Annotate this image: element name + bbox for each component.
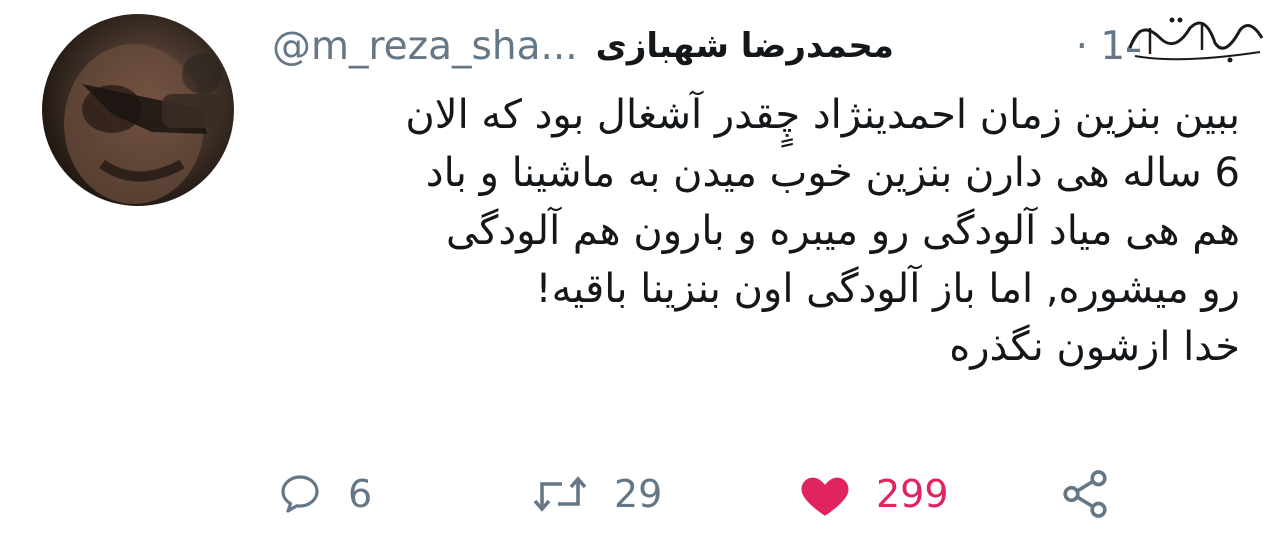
author-handle[interactable]: @m_reza_sha... (272, 24, 578, 69)
reply-button[interactable]: 6 (276, 470, 372, 518)
tweet-text-line: ببین بنزین زمان احمدینژاد چٍقدر آشغال بو… (405, 92, 1240, 138)
tweet-actions: 6 29 299 (272, 462, 1130, 526)
reply-count: 6 (348, 472, 373, 516)
tweet-text-line: 6 ساله هی دارن بنزین خوب میدن به ماشینا … (425, 150, 1240, 196)
reply-icon (281, 475, 319, 513)
like-button[interactable]: 299 (798, 470, 949, 518)
share-button[interactable] (1058, 467, 1112, 521)
tweet-text: ببین بنزین زمان احمدینژاد چٍقدر آشغال بو… (250, 86, 1240, 376)
watermark-logo (1120, 8, 1270, 68)
tweet-header: محمدرضا شهبازی @m_reza_sha... (272, 18, 1140, 74)
like-count: 299 (876, 472, 949, 516)
retweet-button[interactable]: 29 (530, 470, 662, 518)
tweet-text-line: خدا ازشون نگذره (949, 324, 1240, 370)
share-icon (1063, 470, 1107, 518)
tweet-text-line: هم هی میاد آلودگی رو میبره و بارون هم آل… (446, 208, 1240, 254)
retweet-icon (533, 476, 587, 512)
avatar-photo (64, 44, 222, 204)
retweet-count: 29 (614, 472, 663, 516)
heart-icon (801, 477, 849, 516)
author-name[interactable]: محمدرضا شهبازی (596, 26, 894, 66)
watermark-calligraphy-icon (1128, 17, 1264, 63)
tweet-text-line: رو میشوره, اما باز آلودگی اون بنزینا باق… (535, 266, 1240, 312)
author-avatar[interactable] (42, 14, 234, 206)
